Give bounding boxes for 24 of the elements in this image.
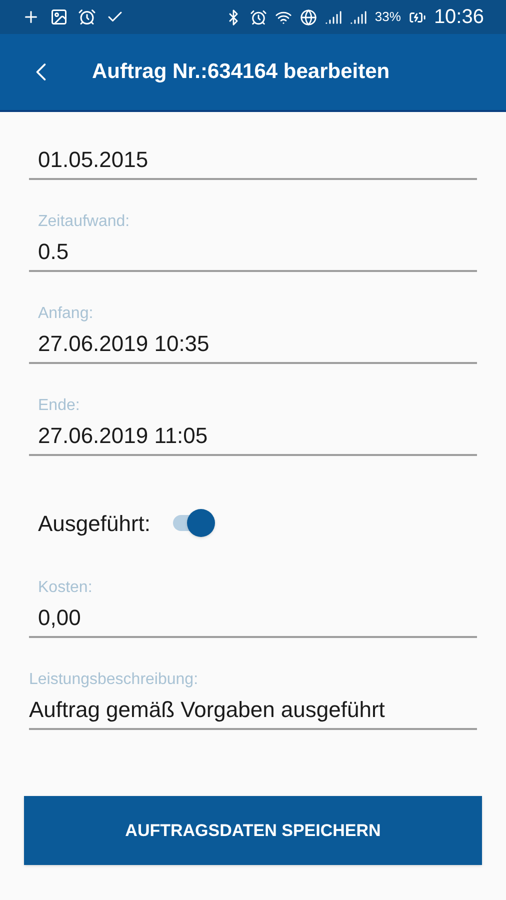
field-label: Kosten: (37, 578, 94, 598)
field-label: Zeitaufwand: (37, 212, 131, 232)
battery-percent: 33% (374, 8, 401, 26)
input-field[interactable]: 27.06.2019 10:35 (29, 324, 477, 364)
field-label: Anfang: (37, 304, 94, 324)
save-button[interactable]: AUFTRAGSDATEN SPEICHERN (24, 796, 482, 865)
input-field[interactable]: 01.05.2015 (29, 140, 477, 180)
alarm-icon (78, 8, 96, 26)
alarm-icon (250, 8, 267, 26)
input-field[interactable]: 0,00 (29, 598, 477, 638)
field-label: Ende: (37, 396, 81, 416)
image-icon (50, 8, 68, 26)
signal-icon (324, 8, 342, 26)
globe-icon (300, 8, 317, 26)
clock: 10:36 (434, 5, 484, 30)
switch-label: Ausgeführt: (38, 510, 151, 538)
input-field[interactable]: 27.06.2019 11:05 (29, 416, 477, 456)
toggle-switch[interactable] (170, 511, 215, 535)
input-field[interactable]: Auftrag gemäß Vorgaben ausgeführt (29, 690, 477, 730)
signal-icon (350, 8, 367, 26)
screen-title: Auftrag Nr.:634164 bearbeiten (92, 59, 390, 86)
plus-icon (22, 8, 40, 26)
input-field[interactable]: 0.5 (29, 232, 477, 272)
field-label: Leistungsbeschreibung: (29, 670, 200, 690)
